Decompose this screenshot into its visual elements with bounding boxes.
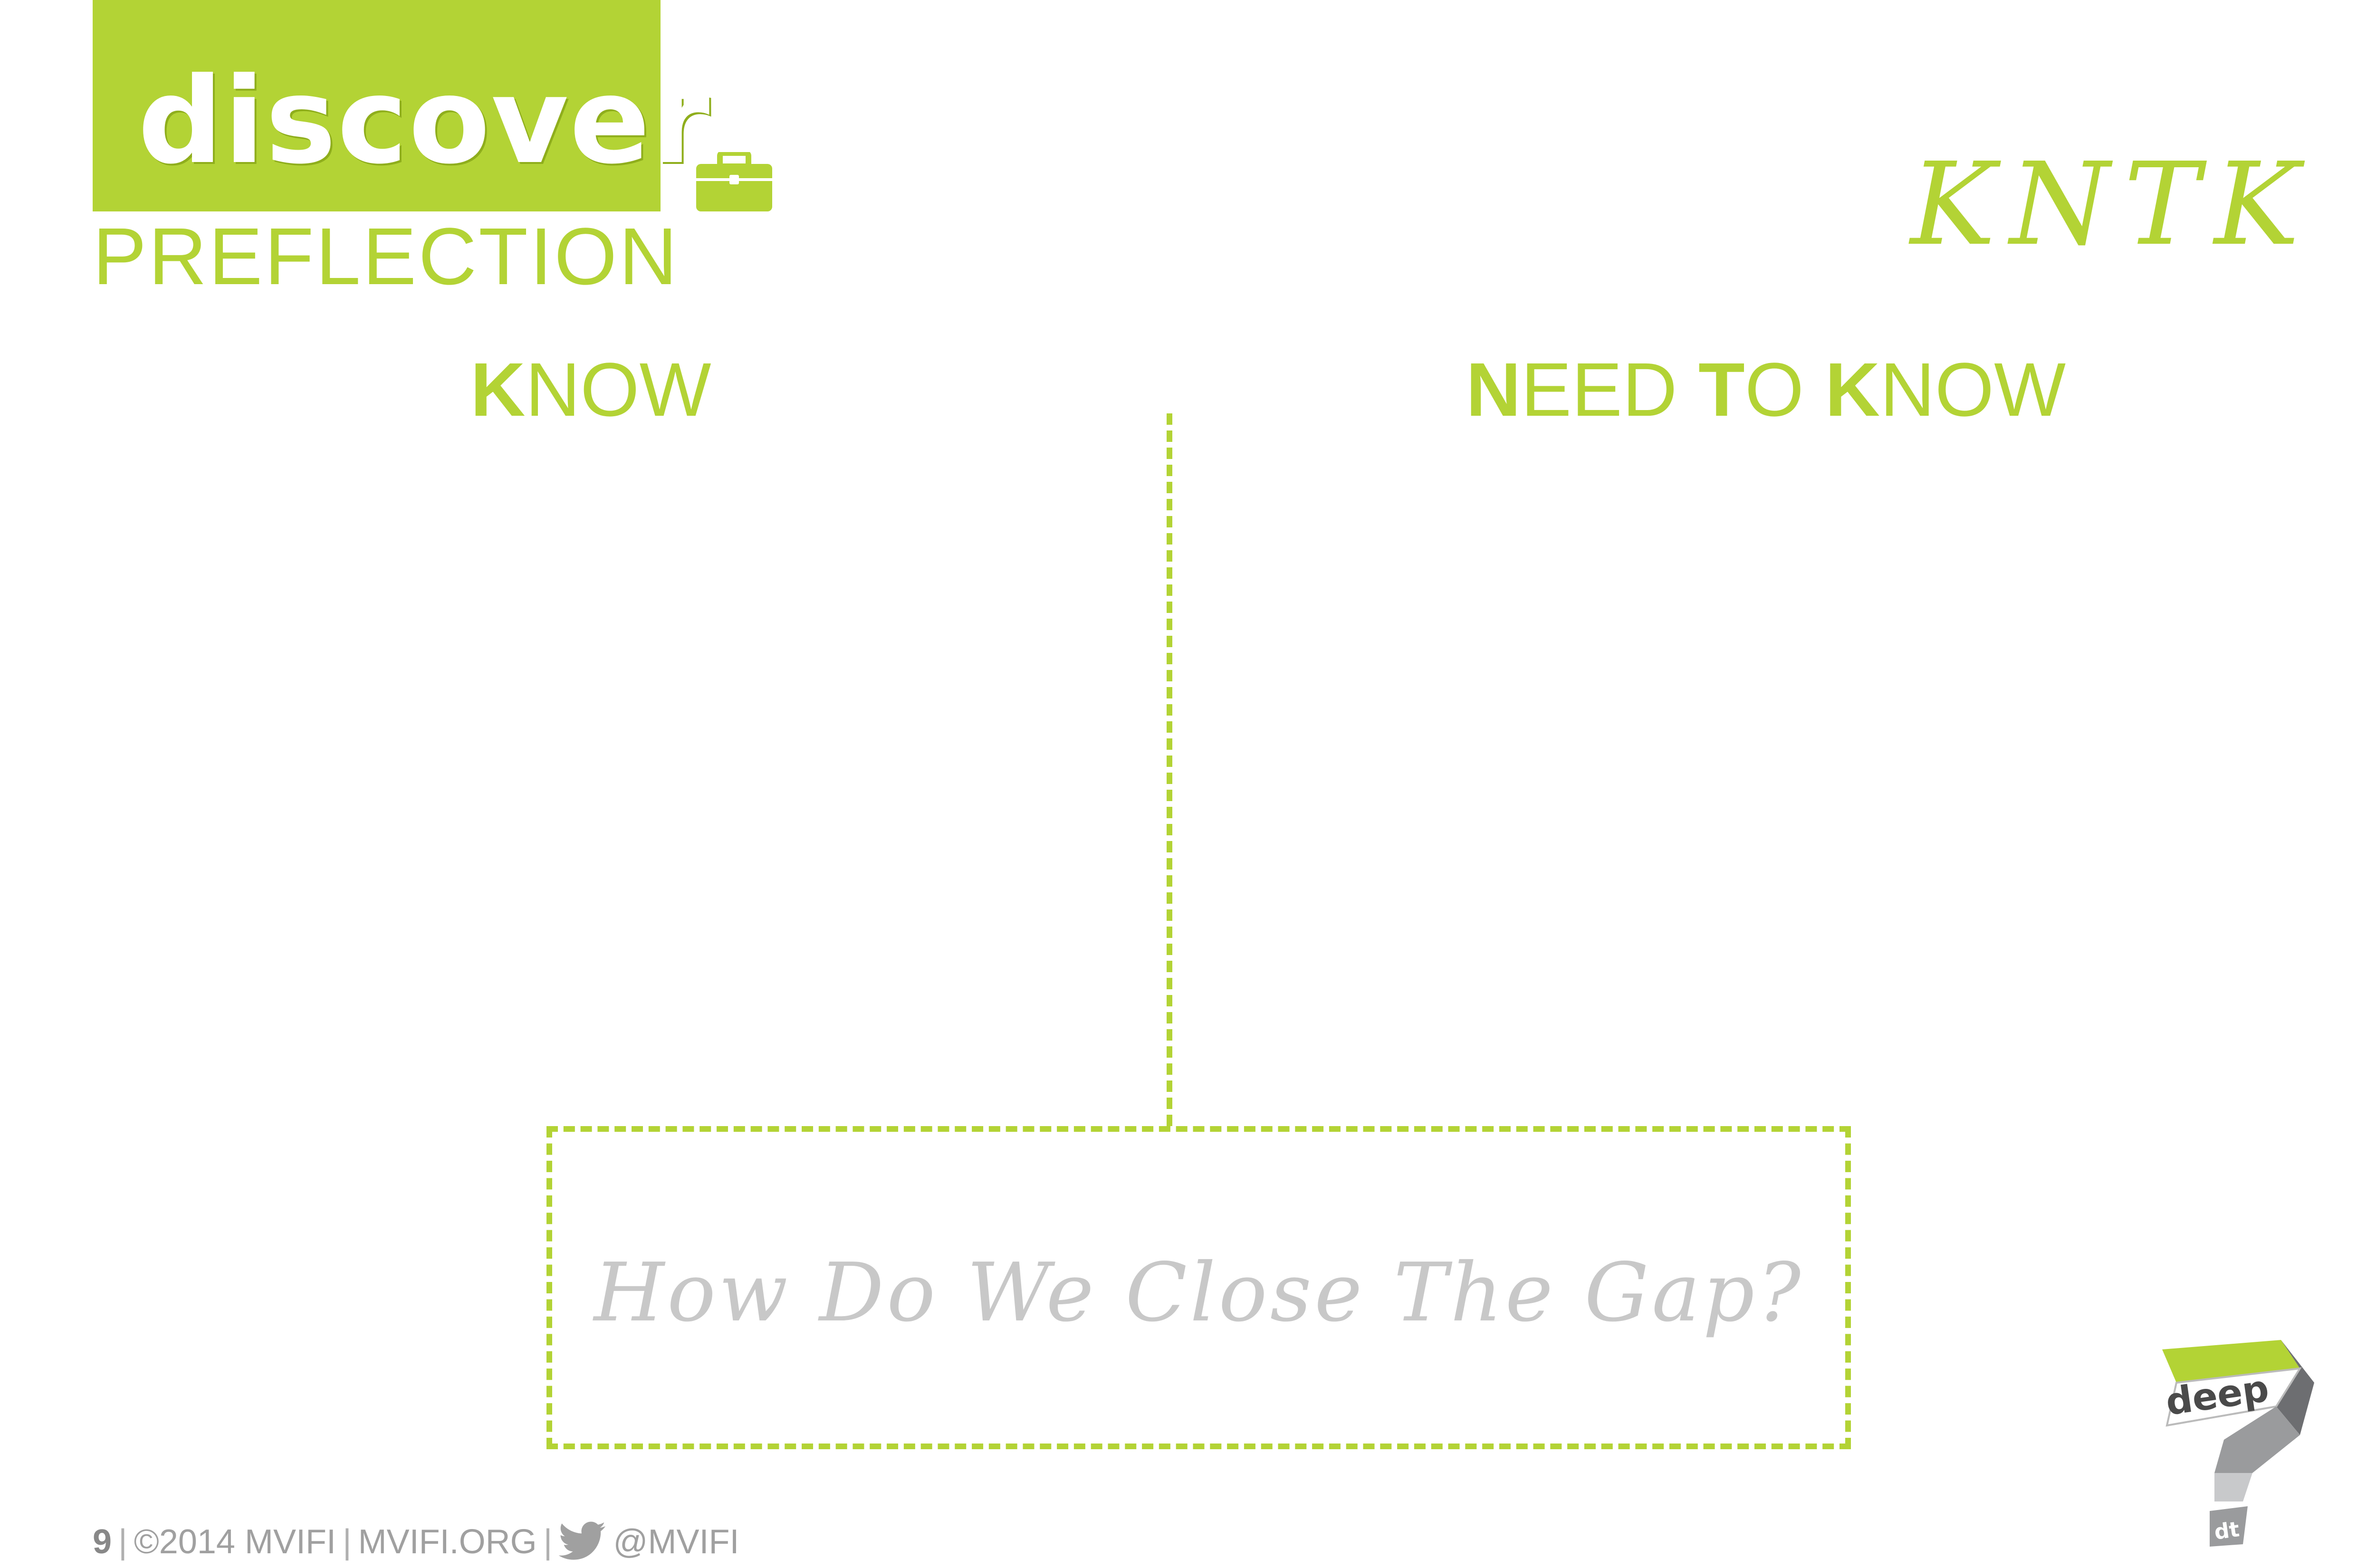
know-heading: KNOW	[470, 347, 711, 432]
footer-separator: |	[543, 1523, 553, 1561]
footer-separator: |	[342, 1523, 352, 1561]
page-subtitle: PREFLECTION	[93, 211, 680, 302]
close-the-gap-box: How Do We Close The Gap?	[546, 1126, 1851, 1449]
briefcase-icon	[696, 152, 772, 211]
page-title: discover	[138, 52, 711, 190]
deep-dt-logo: deep dt	[2162, 1340, 2314, 1547]
logo-sub-text: dt	[2213, 1517, 2241, 1545]
gap-prompt: How Do We Close The Gap?	[594, 1246, 1804, 1340]
footer: 9 | ©2014 MVIFI | MVIFI.ORG | @MVIFI	[93, 1518, 739, 1566]
column-divider	[1167, 413, 1172, 1126]
kntk-tag: KNTK	[1910, 138, 2314, 271]
website-link[interactable]: MVIFI.ORG	[358, 1522, 537, 1561]
footer-separator: |	[118, 1523, 127, 1561]
need-to-know-heading: NEED TO KNOW	[1466, 347, 2066, 432]
page-number: 9	[93, 1523, 112, 1561]
copyright: ©2014 MVIFI	[134, 1523, 336, 1561]
twitter-bird-icon	[559, 1521, 606, 1560]
twitter-handle[interactable]: @MVIFI	[613, 1522, 739, 1561]
